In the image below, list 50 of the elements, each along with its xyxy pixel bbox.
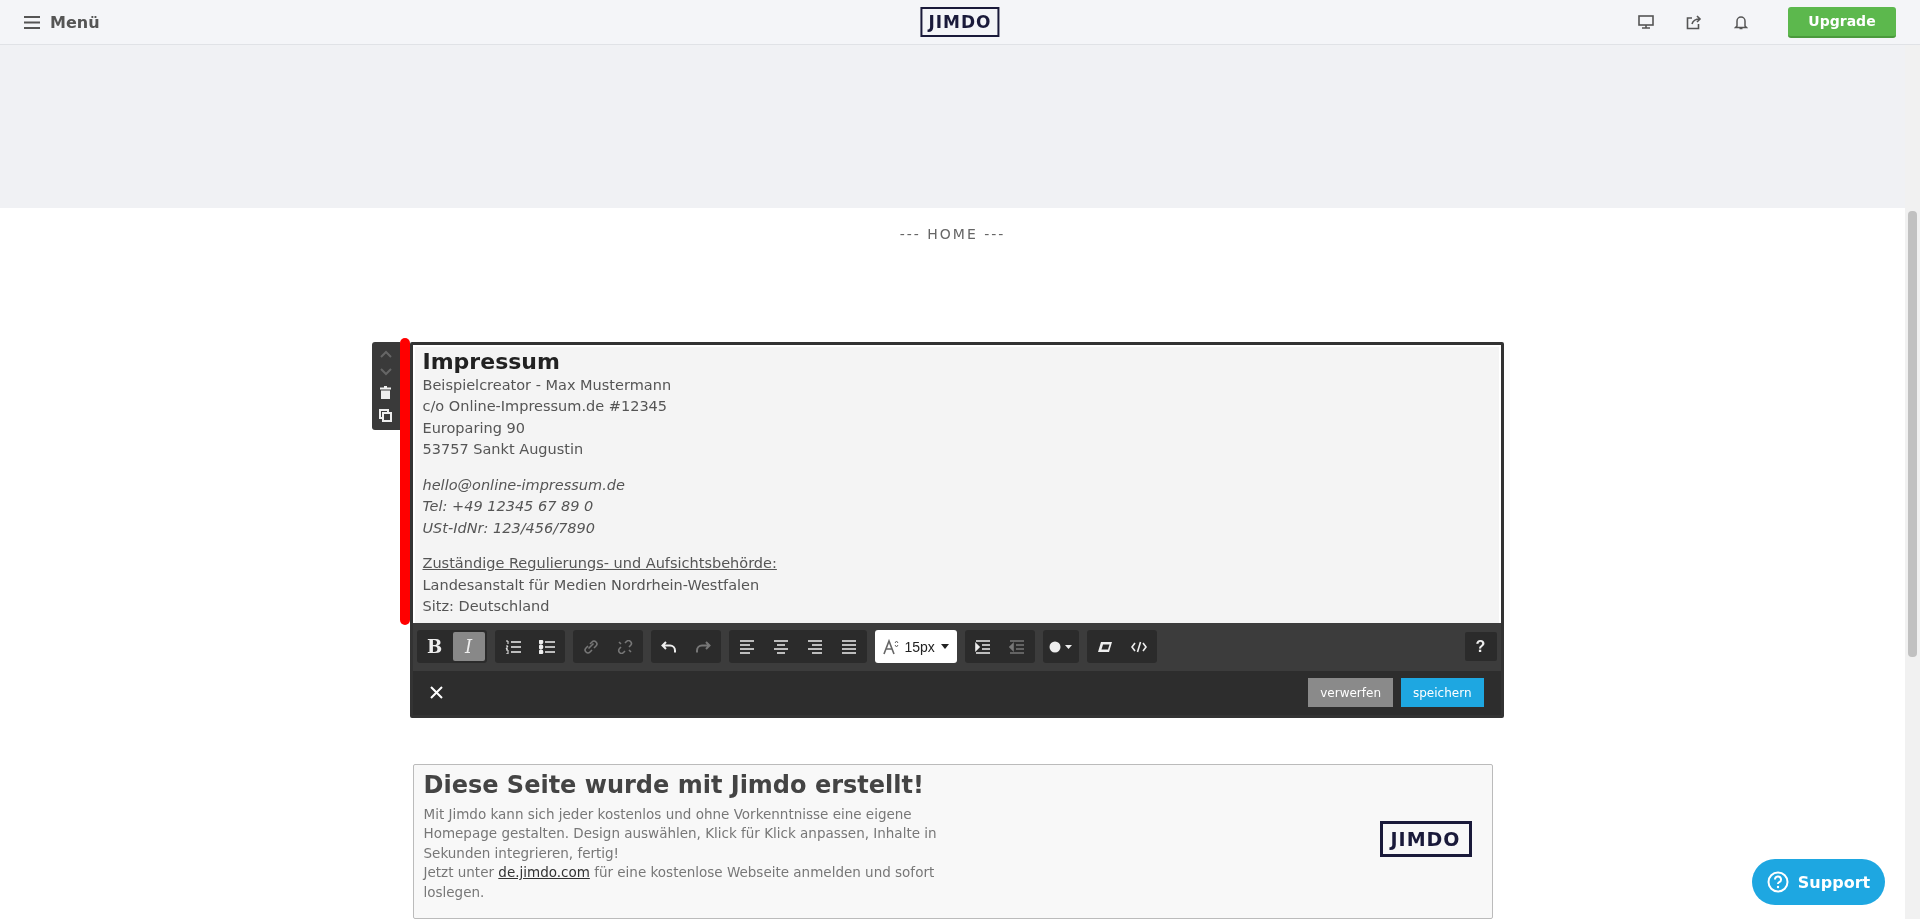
indent-icon bbox=[974, 639, 991, 654]
promo-text: Jetzt unter de.jimdo.com für eine kostenlose Webseite anmelden und sofort loslegen. bbox=[423, 863, 936, 902]
text-line: Europaring 90 bbox=[422, 418, 526, 438]
text-line: Tel: +49 12345 67 89 0 bbox=[422, 497, 595, 517]
bell-icon[interactable] bbox=[1734, 14, 1748, 30]
desktop-icon[interactable] bbox=[1638, 15, 1654, 29]
help-button[interactable]: ? bbox=[1464, 632, 1497, 662]
bullet-list-icon bbox=[538, 639, 555, 654]
outdent-icon bbox=[1008, 639, 1025, 654]
eraser-icon bbox=[1096, 639, 1113, 654]
link-icon bbox=[582, 639, 599, 654]
impressum-heading: Impressum bbox=[422, 348, 561, 375]
drag-handle[interactable] bbox=[399, 337, 410, 625]
text-line: 53757 Sankt Augustin bbox=[422, 440, 585, 460]
code-icon bbox=[1130, 639, 1147, 654]
numbered-list-icon bbox=[504, 639, 521, 654]
bold-button[interactable]: B bbox=[418, 632, 451, 662]
help-icon bbox=[1766, 871, 1789, 893]
undo-icon bbox=[660, 639, 677, 654]
text-line: Zuständige Regulierungs- und Aufsichtsbehörde: bbox=[422, 554, 778, 574]
align-left-icon bbox=[738, 639, 755, 654]
close-icon[interactable] bbox=[429, 686, 443, 700]
text-line: c/o Online-Impressum.de #12345 bbox=[422, 397, 669, 417]
text-line: Sitz: Deutschland bbox=[422, 597, 551, 617]
promo-title: Diese Seite wurde mit Jimdo erstellt! bbox=[423, 770, 925, 799]
font-size-dropdown[interactable]: 15px bbox=[876, 632, 955, 662]
trash-icon[interactable] bbox=[380, 385, 391, 399]
menu-icon bbox=[24, 15, 40, 29]
text-area[interactable] bbox=[412, 344, 1501, 623]
text-line: hello@online-impressum.de bbox=[422, 475, 626, 495]
scrollbar[interactable] bbox=[1905, 45, 1920, 919]
redo-icon bbox=[694, 639, 711, 654]
promo-text: Mit Jimdo kann sich jeder kostenlos und ohne Vorkenntnisse eine eigene Homepage gestalten. Design auswählen, Klick für Klick anpassen, Inhalte in Sekunden integrieren, fertig! bbox=[423, 804, 938, 863]
font-size-icon bbox=[882, 638, 899, 655]
menu-button[interactable]: Menü bbox=[24, 12, 100, 32]
unlink-icon bbox=[616, 639, 633, 654]
copy-icon[interactable] bbox=[379, 408, 392, 422]
text-line: USt-IdNr: 123/456/7890 bbox=[422, 518, 597, 538]
jimdo-link[interactable]: de.jimdo.com bbox=[498, 864, 590, 881]
share-icon[interactable] bbox=[1686, 14, 1702, 30]
align-center-icon bbox=[772, 639, 789, 654]
logo[interactable]: JIMDO bbox=[920, 7, 1000, 37]
page-heading: --- HOME --- bbox=[899, 225, 1006, 244]
color-icon bbox=[1048, 639, 1073, 654]
caret-icon bbox=[940, 644, 949, 650]
align-right-icon bbox=[806, 639, 823, 654]
justify-icon bbox=[840, 639, 857, 654]
text-line: Beispielcreator - Max Mustermann bbox=[422, 375, 673, 395]
text-line: Landesanstalt für Medien Nordrhein-Westfalen bbox=[422, 575, 761, 595]
logo[interactable]: JIMDO bbox=[1379, 820, 1472, 857]
